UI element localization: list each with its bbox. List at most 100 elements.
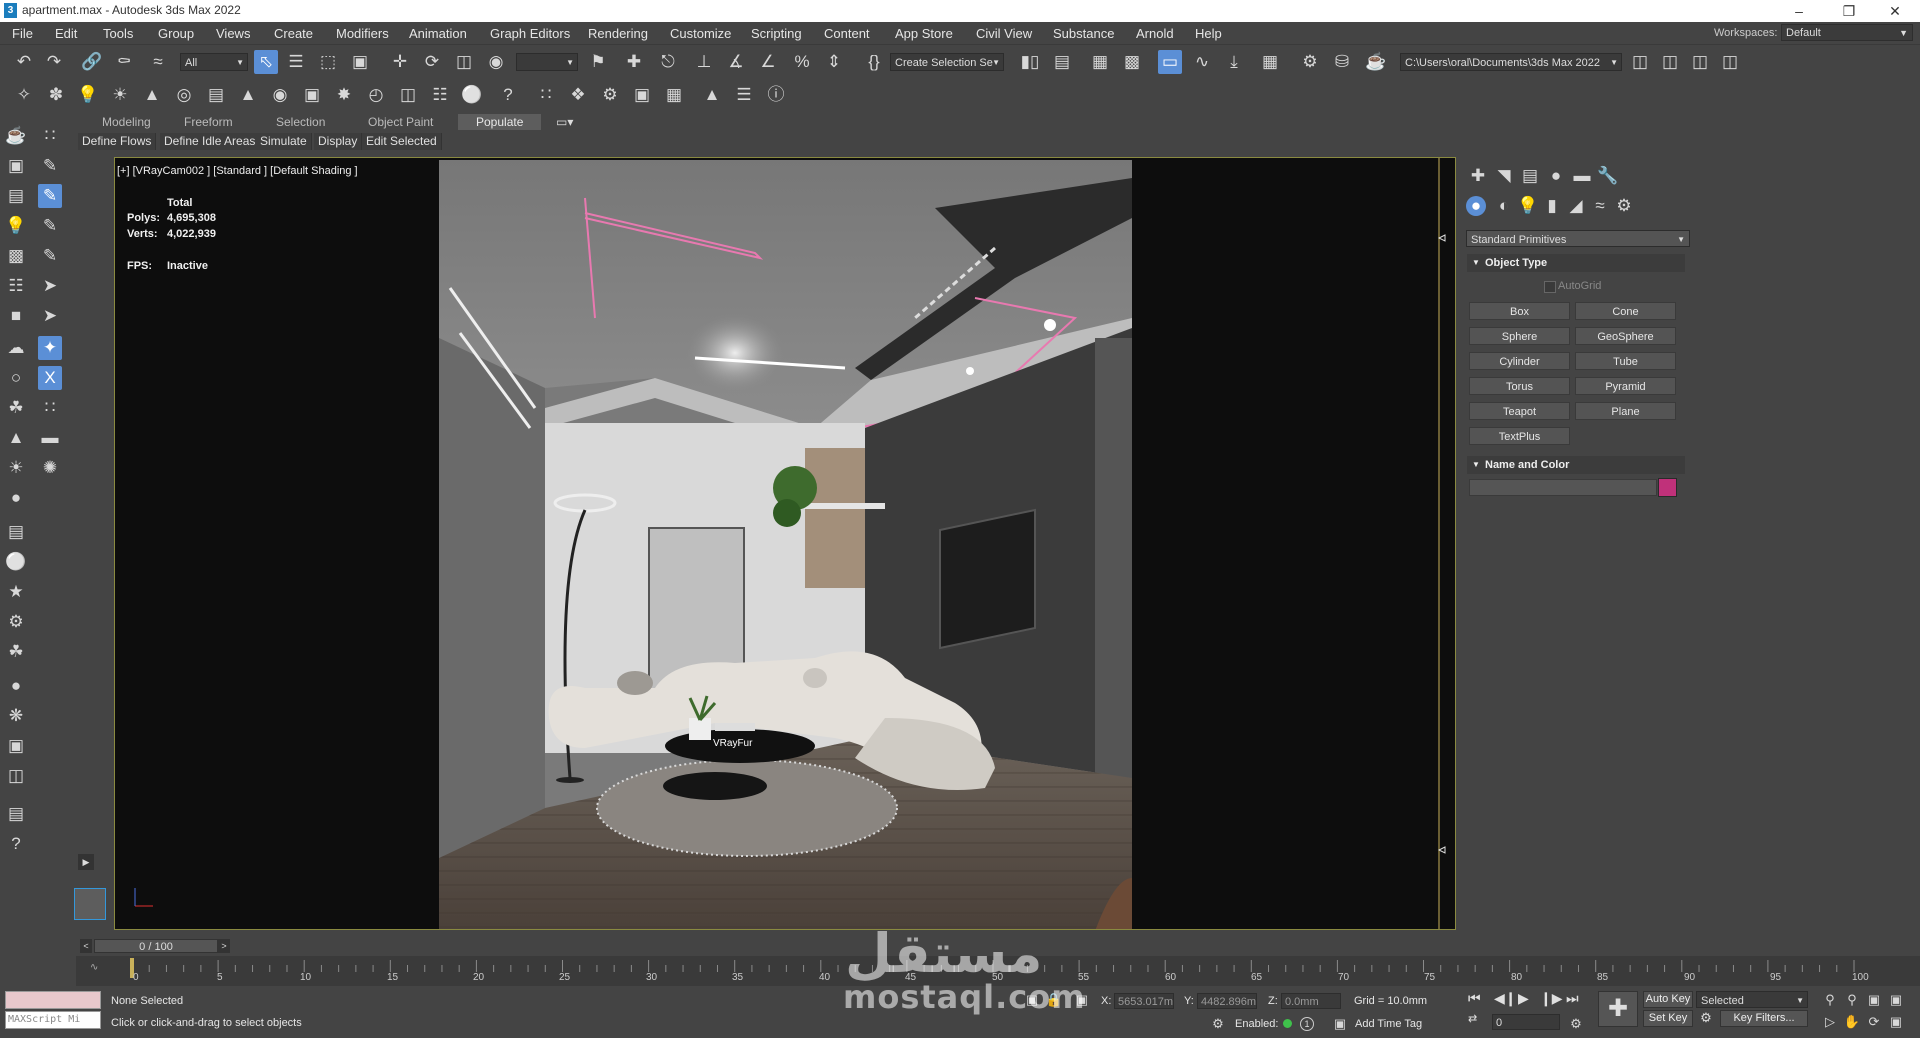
menu-graph-editors[interactable]: Graph Editors: [490, 26, 570, 41]
zoom-all-icon[interactable]: ⚲: [1842, 988, 1862, 1012]
vray-proxy-icon[interactable]: ▤: [204, 83, 228, 107]
angle-snap2-icon[interactable]: ∠: [756, 50, 780, 74]
material-icon[interactable]: ▤: [4, 184, 28, 208]
vray-help-icon[interactable]: ?: [496, 83, 520, 107]
vray-fur-icon[interactable]: ▣: [300, 83, 324, 107]
dots-grid-icon[interactable]: ∷: [38, 124, 62, 148]
vray-ies-icon[interactable]: ▲: [140, 83, 164, 107]
tab-modeling[interactable]: Modeling: [102, 115, 151, 129]
time-tag-icon[interactable]: ▣: [1330, 1012, 1350, 1036]
menu-civil-view[interactable]: Civil View: [976, 26, 1032, 41]
globe-icon[interactable]: ●: [4, 674, 28, 698]
viewport-icon[interactable]: ▣: [4, 154, 28, 178]
auto-key-button[interactable]: Auto Key: [1643, 991, 1693, 1008]
scene-explorer-icon[interactable]: ▦: [1088, 50, 1112, 74]
light-bulb-icon[interactable]: 💡: [4, 214, 28, 238]
menu-tools[interactable]: Tools: [103, 26, 133, 41]
go-to-start-icon[interactable]: ⏮: [1468, 990, 1481, 1007]
tab-selection[interactable]: Selection: [276, 115, 325, 129]
menu-arnold[interactable]: Arnold: [1136, 26, 1174, 41]
select-object-icon[interactable]: ⬁: [254, 50, 278, 74]
undo-icon[interactable]: ↶: [12, 50, 36, 74]
cone-icon[interactable]: ▲: [4, 426, 28, 450]
object-name-input[interactable]: [1469, 479, 1657, 496]
key-filters-icon[interactable]: ⚙: [1696, 1010, 1716, 1027]
menu-edit[interactable]: Edit: [55, 26, 77, 41]
menu-modifiers[interactable]: Modifiers: [336, 26, 389, 41]
edit-selected-button[interactable]: Edit Selected: [362, 133, 442, 150]
menu-content[interactable]: Content: [824, 26, 870, 41]
toggle-ribbon-icon[interactable]: ▭: [1158, 50, 1182, 74]
vray-decal-icon[interactable]: ✸: [332, 83, 356, 107]
spacewarps-icon[interactable]: ≈: [1588, 194, 1612, 218]
render-production-icon[interactable]: ☕: [1364, 50, 1388, 74]
gear-icon[interactable]: ⚙: [4, 610, 28, 634]
tab-object-paint[interactable]: Object Paint: [368, 115, 433, 129]
angle-snap-icon[interactable]: ∡: [724, 50, 748, 74]
define-flows-button[interactable]: Define Flows: [78, 133, 157, 150]
color-dots-icon[interactable]: ❋: [4, 704, 28, 728]
redo-icon[interactable]: ↷: [42, 50, 66, 74]
cursor-icon[interactable]: ➤: [38, 304, 62, 328]
cloud-icon[interactable]: ☁: [4, 336, 28, 360]
reference-coordinate-dropdown[interactable]: ▼: [516, 53, 578, 71]
simulate-button[interactable]: Simulate: [256, 133, 312, 150]
menu-customize[interactable]: Customize: [670, 26, 731, 41]
unlink-icon[interactable]: ⚰: [112, 50, 136, 74]
vray-camera-icon[interactable]: ◫: [396, 83, 420, 107]
close-window-button[interactable]: ✕: [1872, 0, 1918, 22]
document-icon[interactable]: ▤: [4, 802, 28, 826]
cameras-icon[interactable]: ▮: [1540, 194, 1564, 218]
snap-center-icon[interactable]: ❖: [566, 83, 590, 107]
set-key-big-button[interactable]: ✚: [1598, 991, 1638, 1027]
cylinder-button[interactable]: Cylinder: [1469, 352, 1570, 370]
vray-dome-icon[interactable]: ◎: [172, 83, 196, 107]
move-icon[interactable]: ✛: [388, 50, 412, 74]
display-button[interactable]: Display: [314, 133, 363, 150]
project-tools3-icon[interactable]: ◫: [1718, 50, 1742, 74]
go-to-end-icon[interactable]: ⏭: [1566, 990, 1579, 1007]
key-mode-dropdown[interactable]: Selected ▼: [1696, 991, 1808, 1008]
teapot-button[interactable]: Teapot: [1469, 402, 1570, 420]
ribbon-options-icon[interactable]: ▭▾: [556, 115, 573, 129]
snap-points-icon[interactable]: ∷: [534, 83, 558, 107]
grid-snap-icon[interactable]: ▦: [662, 83, 686, 107]
scene-states-icon[interactable]: ☷: [4, 274, 28, 298]
hierarchy-tab-icon[interactable]: ▤: [1518, 164, 1542, 188]
mirror-icon[interactable]: ▮▯: [1018, 50, 1042, 74]
object-color-swatch[interactable]: [1658, 478, 1677, 497]
enabled-indicator[interactable]: [1283, 1019, 1292, 1028]
named-selection-dropdown[interactable]: Create Selection Se ▼: [890, 53, 1004, 71]
selection-filter-dropdown[interactable]: All ▼: [180, 53, 248, 71]
modify-tab-icon[interactable]: ◥: [1492, 164, 1516, 188]
prev-frame-icon[interactable]: <: [80, 939, 92, 953]
cone-button[interactable]: Cone: [1575, 302, 1676, 320]
helpers-icon[interactable]: ◢: [1564, 194, 1588, 218]
zoom-extents-icon[interactable]: ▣: [1864, 988, 1884, 1012]
vray-sphere-icon[interactable]: ◉: [268, 83, 292, 107]
menu-app-store[interactable]: App Store: [895, 26, 953, 41]
layers-list-icon[interactable]: ☰: [732, 83, 756, 107]
edit-named-selection-icon[interactable]: {}: [862, 50, 886, 74]
menu-animation[interactable]: Animation: [409, 26, 467, 41]
time-slider[interactable]: 0 / 100: [94, 939, 218, 953]
percent-snap-icon[interactable]: %: [790, 50, 814, 74]
menu-views[interactable]: Views: [216, 26, 250, 41]
select-manipulate-icon[interactable]: ✚: [622, 50, 646, 74]
object-type-rollout[interactable]: ▼ Object Type: [1467, 254, 1685, 272]
play-icon[interactable]: ▶: [1518, 990, 1529, 1007]
systems-icon[interactable]: ⚙: [1612, 194, 1636, 218]
render-setup-icon[interactable]: ⚙: [1298, 50, 1322, 74]
maximize-viewport-icon[interactable]: ▣: [1886, 1010, 1906, 1034]
path-icon[interactable]: ➤: [38, 274, 62, 298]
workspace-dropdown[interactable]: Default ▼: [1781, 24, 1913, 41]
key-mode-toggle-icon[interactable]: ⇄: [1468, 1012, 1477, 1025]
sphere-icon[interactable]: ○: [4, 366, 28, 390]
tab-populate[interactable]: Populate: [458, 114, 542, 130]
project-tools1-icon[interactable]: ◫: [1658, 50, 1682, 74]
transform-icon[interactable]: ✦: [38, 336, 62, 360]
spinner-snap-icon[interactable]: ⇕: [822, 50, 846, 74]
photo-icon[interactable]: ◫: [4, 764, 28, 788]
display-tab-icon[interactable]: ▬: [1570, 164, 1594, 188]
rectangular-selection-icon[interactable]: ⬚: [316, 50, 340, 74]
